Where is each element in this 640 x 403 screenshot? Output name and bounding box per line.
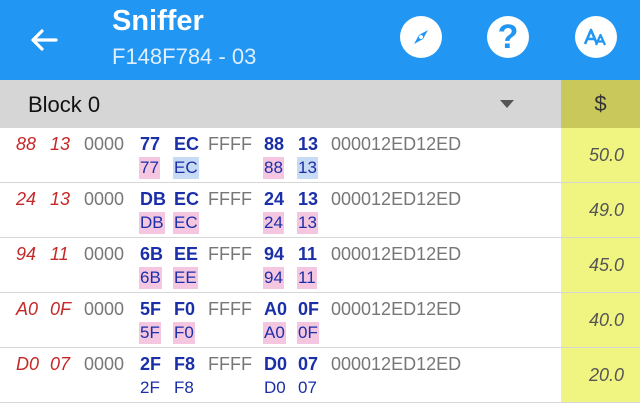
uid-field: 000012ED12ED [331, 354, 462, 374]
ffff-field: FFFF [208, 189, 252, 209]
byte-h: 11 [298, 244, 318, 264]
list-item[interactable]: A0 0F 0000 5F F0 FFFF A0 0F 000012ED12ED… [0, 293, 640, 348]
block-selector[interactable]: Block 0 [0, 80, 640, 128]
byte-g: D0 [264, 354, 288, 374]
byte-h: 13 [298, 189, 319, 209]
byte-d: EC [174, 134, 200, 154]
uid-field: 000012ED12ED [331, 299, 462, 319]
zero-field: 0000 [84, 134, 125, 154]
byte-a: 24 [16, 189, 37, 209]
byte-c-sub: 2F [140, 378, 160, 397]
byte-c: 2F [140, 354, 162, 374]
byte-g-sub: D0 [264, 378, 286, 397]
byte-d-sub: F8 [174, 378, 194, 397]
byte-d-sub: F0 [173, 322, 195, 344]
zero-field: 0000 [84, 354, 125, 374]
byte-c: DB [140, 189, 166, 209]
byte-b: 0F [50, 299, 72, 319]
byte-d-sub: EE [173, 267, 198, 289]
byte-h-sub: 11 [297, 267, 317, 289]
byte-c-sub: 6B [139, 267, 162, 289]
list-item[interactable]: 94 11 0000 6B EE FFFF 94 11 000012ED12ED… [0, 238, 640, 293]
byte-g-sub: A0 [263, 322, 286, 344]
byte-h-sub: 13 [297, 157, 318, 179]
chevron-down-icon[interactable] [500, 100, 514, 108]
byte-b: 13 [50, 189, 71, 209]
byte-a: A0 [16, 299, 39, 319]
ffff-field: FFFF [208, 354, 252, 374]
byte-h-sub: 13 [297, 212, 318, 234]
back-arrow-icon[interactable] [28, 24, 60, 56]
byte-d: EE [174, 244, 199, 264]
zero-field: 0000 [84, 299, 125, 319]
byte-d-sub: EC [173, 212, 199, 234]
ffff-field: FFFF [208, 134, 252, 154]
byte-c: 6B [140, 244, 164, 264]
byte-h: 0F [298, 299, 320, 319]
price-value: 49.0 [588, 199, 624, 220]
uid-field: 000012ED12ED [331, 134, 462, 154]
byte-a: D0 [16, 354, 40, 374]
byte-b: 11 [50, 244, 69, 264]
uid-field: 000012ED12ED [331, 189, 462, 209]
byte-h-sub: 0F [297, 322, 319, 344]
title-block: Sniffer F148F784 - 03 [112, 4, 256, 72]
list-item[interactable]: 88 13 0000 77 EC FFFF 88 13 000012ED12ED… [0, 128, 640, 183]
byte-c-sub: 5F [139, 322, 161, 344]
byte-g-sub: 88 [263, 157, 284, 179]
byte-h: 07 [298, 354, 319, 374]
app-bar: Sniffer F148F784 - 03 ? [0, 0, 640, 80]
page-subtitle: F148F784 - 03 [112, 44, 257, 69]
price-header-label: $ [594, 91, 607, 116]
byte-g: 24 [264, 189, 285, 209]
block-selector-label: Block 0 [28, 92, 101, 117]
price-value: 20.0 [588, 364, 624, 385]
byte-d-sub: EC [173, 157, 199, 179]
byte-g: A0 [264, 299, 288, 319]
byte-g-sub: 94 [263, 267, 284, 289]
zero-field: 0000 [84, 189, 125, 209]
help-glyph: ? [497, 17, 519, 56]
byte-b: 07 [50, 354, 71, 374]
compass-icon[interactable] [400, 16, 442, 58]
byte-a: 94 [16, 244, 37, 264]
price-cell: 49.0 [561, 183, 640, 237]
page-title: Sniffer [112, 5, 204, 37]
byte-b: 13 [50, 134, 71, 154]
byte-c: 5F [140, 299, 162, 319]
byte-h: 13 [298, 134, 319, 154]
price-value: 40.0 [588, 309, 624, 330]
byte-g-sub: 24 [263, 212, 284, 234]
price-cell: 45.0 [561, 238, 640, 292]
byte-d: F0 [174, 299, 196, 319]
byte-c: 77 [140, 134, 161, 154]
byte-g: 88 [264, 134, 285, 154]
price-cell: 20.0 [561, 348, 640, 402]
ffff-field: FFFF [208, 244, 252, 264]
price-cell: 40.0 [561, 293, 640, 347]
byte-d: F8 [174, 354, 196, 374]
byte-c-sub: 77 [139, 157, 160, 179]
byte-a: 88 [16, 134, 37, 154]
list-item[interactable]: 24 13 0000 DB EC FFFF 24 13 000012ED12ED… [0, 183, 640, 238]
price-column-header: $ [561, 80, 640, 128]
font-size-icon[interactable] [575, 16, 617, 58]
uid-field: 000012ED12ED [331, 244, 462, 264]
price-value: 45.0 [588, 254, 624, 275]
help-icon[interactable]: ? [487, 16, 529, 58]
ffff-field: FFFF [208, 299, 252, 319]
list-item[interactable]: D0 07 0000 2F F8 FFFF D0 07 000012ED12ED… [0, 348, 640, 403]
byte-d: EC [174, 189, 200, 209]
price-cell: 50.0 [561, 128, 640, 182]
byte-h-sub: 07 [298, 378, 317, 397]
zero-field: 0000 [84, 244, 125, 264]
price-value: 50.0 [588, 144, 624, 165]
byte-c-sub: DB [139, 212, 165, 234]
byte-g: 94 [264, 244, 285, 264]
